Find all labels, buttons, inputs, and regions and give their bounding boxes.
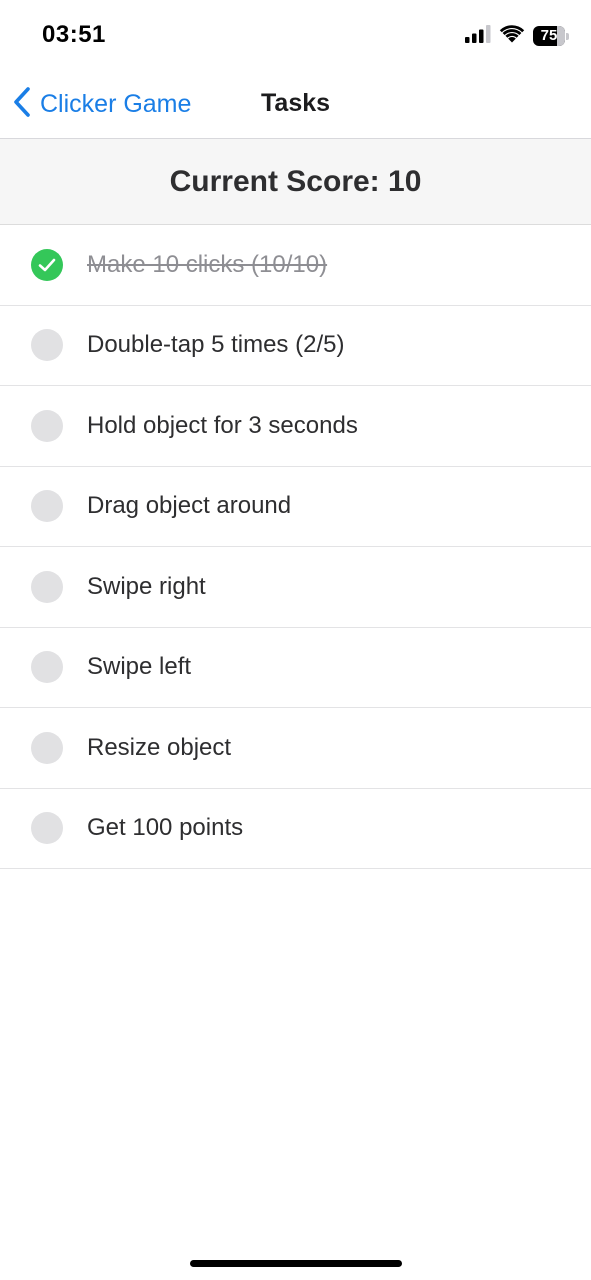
task-label: Get 100 points [87, 814, 244, 842]
task-label: Make 10 clicks (10/10) [87, 250, 328, 278]
task-row[interactable]: Hold object for 3 seconds [0, 386, 591, 467]
task-row[interactable]: Double-tap 5 times (2/5) [0, 306, 591, 386]
back-button[interactable]: Clicker Game [12, 86, 191, 122]
battery-icon: 75 [533, 26, 569, 46]
navigation-bar: Clicker Game Tasks [0, 70, 591, 139]
status-icons: 75 [465, 24, 569, 48]
empty-circle-icon [31, 409, 63, 442]
empty-circle-icon [31, 570, 63, 603]
home-indicator [190, 1260, 402, 1267]
current-score: Current Score: 10 [169, 164, 422, 198]
score-header: Current Score: 10 [0, 139, 591, 225]
task-label: Resize object [87, 733, 232, 761]
wifi-icon [499, 24, 525, 48]
empty-circle-icon [31, 329, 63, 362]
page-title: Tasks [261, 89, 331, 117]
empty-circle-icon [31, 651, 63, 684]
back-button-label: Clicker Game [40, 89, 192, 118]
empty-circle-icon [31, 812, 63, 845]
task-row[interactable]: Drag object around [0, 467, 591, 547]
empty-circle-icon [31, 490, 63, 523]
checkmark-circle-icon [31, 248, 63, 281]
battery-level: 75 [540, 27, 558, 44]
task-row[interactable]: Get 100 points [0, 789, 591, 869]
task-list: Make 10 clicks (10/10) Double-tap 5 time… [0, 225, 591, 869]
task-label: Swipe right [87, 572, 206, 600]
task-row[interactable]: Swipe right [0, 547, 591, 628]
cellular-signal-icon [465, 24, 491, 48]
tasks-screen: 03:51 75 Clicker Game Tasks Current Scor… [0, 0, 591, 1280]
chevron-left-icon [12, 86, 32, 123]
task-label: Double-tap 5 times (2/5) [87, 331, 345, 359]
task-label: Swipe left [87, 653, 192, 681]
task-row[interactable]: Swipe left [0, 628, 591, 708]
empty-circle-icon [31, 731, 63, 764]
status-bar: 03:51 75 [0, 0, 591, 70]
task-label: Hold object for 3 seconds [87, 411, 358, 439]
status-time: 03:51 [42, 21, 106, 48]
task-label: Drag object around [87, 492, 292, 520]
task-row[interactable]: Resize object [0, 708, 591, 789]
task-row[interactable]: Make 10 clicks (10/10) [0, 225, 591, 306]
